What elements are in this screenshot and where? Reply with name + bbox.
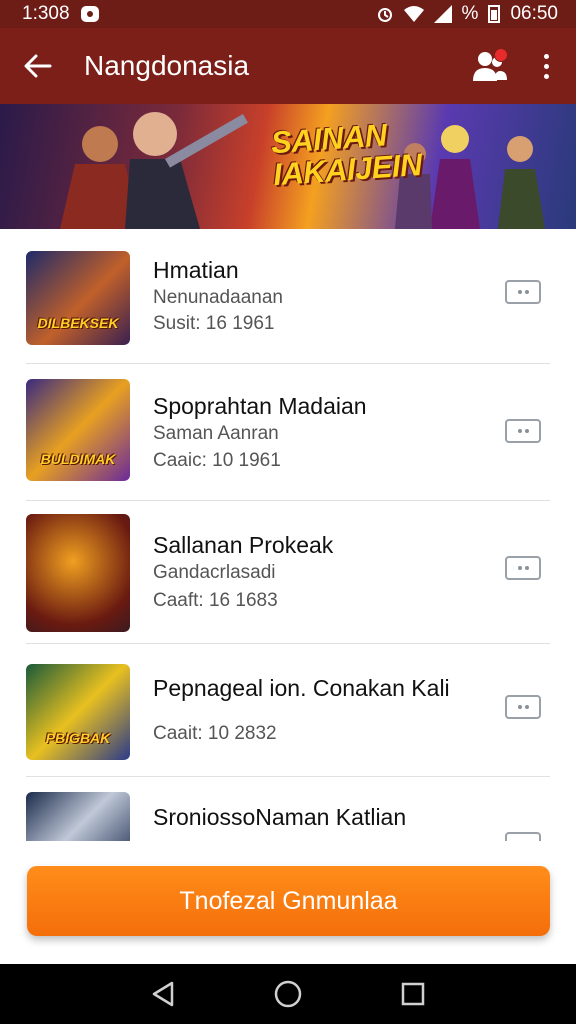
alarm-icon (377, 8, 392, 22)
users-button[interactable] (470, 46, 510, 86)
game-list[interactable]: DILBEKSEK Hmatian Nenunadaanan Susit: 16… (0, 229, 576, 841)
game-title: Pepnageal ion. Conakan Kali (153, 675, 450, 701)
promo-banner[interactable]: SAINAN IAKAIJEIN (0, 104, 576, 229)
game-title: Spoprahtan Madaian (153, 393, 367, 419)
thumbnail-logo: DILBEKSEK (37, 315, 119, 331)
nav-home-button[interactable] (268, 974, 308, 1014)
nav-back-button[interactable] (143, 974, 183, 1014)
more-button[interactable] (505, 419, 541, 443)
list-item[interactable]: Sallanan Prokeak Gandacrlasadi Caaft: 16… (0, 500, 576, 643)
back-button[interactable] (20, 48, 56, 84)
arrow-left-icon (24, 54, 52, 78)
game-thumbnail: BULDIMAK (26, 379, 130, 481)
more-button[interactable] (505, 832, 541, 841)
wifi-icon (403, 6, 424, 22)
list-item[interactable]: PBIGBAK Pepnageal ion. Conakan Kali Caai… (0, 643, 576, 776)
nav-recents-icon (402, 982, 425, 1006)
nav-back-icon (152, 981, 173, 1007)
status-bar: 1:308 % 06:50 (0, 0, 576, 28)
banner-title: SAINAN IAKAIJEIN (270, 117, 424, 192)
game-thumbnail: DILBEKSEK (26, 251, 130, 345)
status-right: % 06:50 (376, 3, 558, 25)
game-title: SroniossoNaman Katlian (153, 804, 407, 830)
signal-icon (433, 5, 452, 23)
game-title: Sallanan Prokeak (153, 532, 334, 558)
list-item[interactable]: DILBEKSEK Hmatian Nenunadaanan Susit: 16… (0, 229, 576, 363)
status-left: 1:308 (22, 3, 100, 25)
game-subtitle: Gandacrlasadi (153, 562, 276, 583)
status-time-right: 06:50 (510, 3, 558, 24)
battery-percent: % (461, 3, 479, 24)
game-thumbnail: PBIGBAK (26, 664, 130, 760)
more-button[interactable] (505, 556, 541, 580)
app-bar: Nangdonasia (0, 28, 576, 104)
status-time-left: 1:308 (22, 3, 70, 24)
notification-badge (494, 48, 508, 62)
nav-home-icon (274, 980, 302, 1008)
more-button[interactable] (505, 280, 541, 304)
system-nav-bar (0, 964, 576, 1024)
nav-recents-button[interactable] (393, 974, 433, 1014)
thumbnail-logo: BULDIMAK (40, 451, 116, 467)
game-subtitle: Nenunadaanan (153, 287, 283, 308)
notification-icon (80, 6, 99, 22)
game-meta: Caait: 10 2832 (153, 723, 277, 744)
more-options-button[interactable] (536, 48, 556, 84)
more-vertical-icon (543, 53, 549, 59)
game-meta: Caaic: 10 1961 (153, 450, 281, 471)
page-title: Nangdonasia (84, 50, 250, 81)
game-meta: Caaft: 16 1683 (153, 590, 278, 611)
thumbnail-logo: PBIGBAK (45, 730, 111, 746)
game-title: Hmatian (153, 257, 239, 283)
game-thumbnail (26, 514, 130, 632)
list-item[interactable]: BULDIMAK Spoprahtan Madaian Saman Aanran… (0, 363, 576, 500)
primary-action-button[interactable]: Tnofezal Gnmunlaa (27, 866, 550, 936)
game-meta: Susit: 16 1961 (153, 313, 275, 334)
game-subtitle: Saman Aanran (153, 423, 279, 444)
battery-icon (488, 5, 501, 23)
game-thumbnail (26, 792, 130, 841)
list-item[interactable]: SroniossoNaman Katlian (0, 776, 576, 841)
more-button[interactable] (505, 695, 541, 719)
